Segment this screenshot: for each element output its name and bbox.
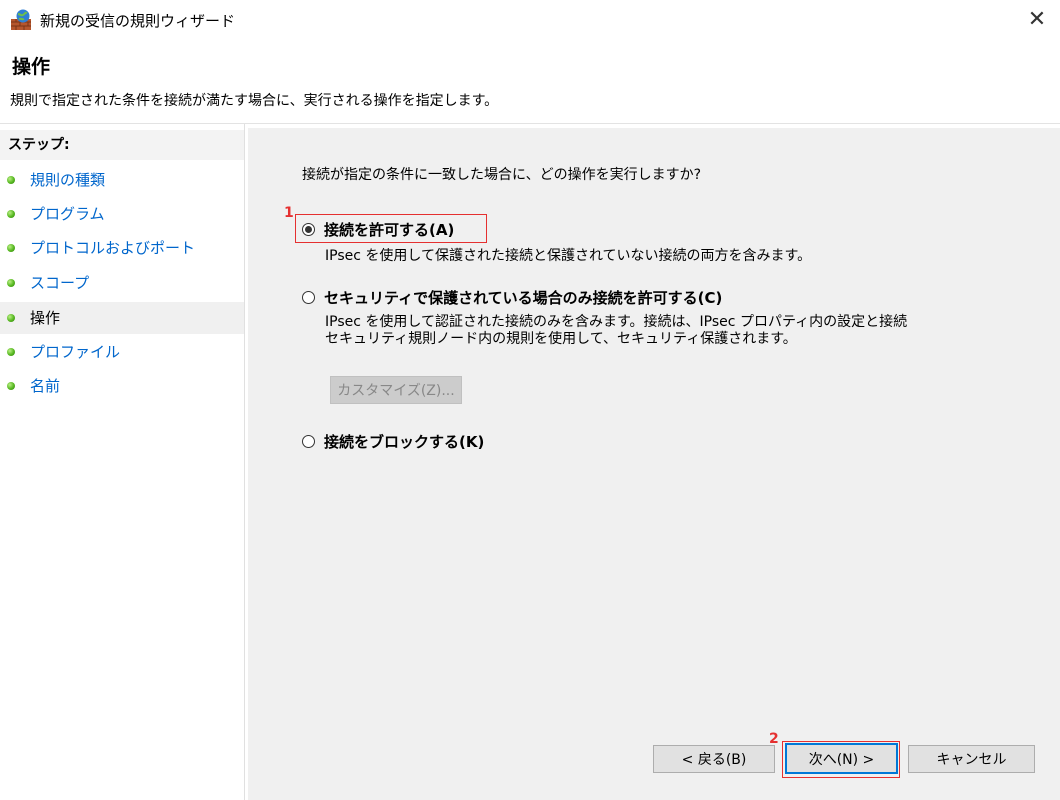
- title-bar: 新規の受信の規則ウィザード ✕: [0, 0, 1060, 40]
- step-label: 操作: [30, 309, 61, 327]
- allow-secure-only-radio[interactable]: セキュリティで保護されている場合のみ接続を許可する(C): [302, 287, 722, 308]
- allow-connection-description: IPsec を使用して保護された接続と保護されていない接続の両方を含みます。: [325, 248, 812, 264]
- cancel-button[interactable]: キャンセル: [908, 745, 1035, 773]
- step-item-name[interactable]: 名前: [0, 370, 244, 402]
- step-label: プロファイル: [30, 343, 121, 361]
- allow-secure-only-description: IPsec を使用して認証された接続のみを含みます。接続は、IPsec プロパテ…: [325, 314, 907, 348]
- highlight-next-button: [782, 741, 900, 778]
- radio-unchecked-icon: [302, 291, 315, 304]
- step-item-rule-type[interactable]: 規則の種類: [0, 164, 244, 196]
- action-question: 接続が指定の条件に一致した場合に、どの操作を実行しますか?: [302, 167, 702, 183]
- description-line: セキュリティ規則ノード内の規則を使用して、セキュリティ保護されます。: [325, 331, 797, 347]
- green-bullet-icon: [7, 279, 15, 287]
- green-bullet-icon: [7, 348, 15, 356]
- steps-label: ステップ:: [0, 130, 244, 160]
- steps-pane: ステップ: 規則の種類 プログラム プロトコルおよびポート スコープ 操作 プロ…: [0, 124, 244, 800]
- pane-divider: [244, 124, 245, 800]
- radio-unchecked-icon: [302, 435, 315, 448]
- annotation-marker-1: 1: [284, 205, 294, 221]
- highlight-allow-option: [295, 214, 487, 243]
- annotation-marker-2: 2: [769, 731, 779, 747]
- step-label: スコープ: [30, 274, 90, 292]
- step-label: プログラム: [30, 205, 105, 223]
- step-item-action[interactable]: 操作: [0, 302, 244, 334]
- firewall-app-icon: [11, 9, 31, 30]
- customize-button[interactable]: カスタマイズ(Z)...: [330, 376, 462, 404]
- page-description: 規則で指定された条件を接続が満たす場合に、実行される操作を指定します。: [10, 93, 499, 109]
- green-bullet-icon: [7, 210, 15, 218]
- step-item-scope[interactable]: スコープ: [0, 267, 244, 299]
- step-label: 名前: [30, 377, 61, 395]
- window-title: 新規の受信の規則ウィザード: [40, 12, 236, 30]
- back-button[interactable]: < 戻る(B): [653, 745, 775, 773]
- step-label: 規則の種類: [30, 171, 106, 189]
- close-icon: ✕: [1027, 6, 1047, 32]
- block-connection-label: 接続をブロックする(K): [324, 433, 485, 451]
- allow-secure-only-label: セキュリティで保護されている場合のみ接続を許可する(C): [324, 289, 723, 307]
- step-item-profile[interactable]: プロファイル: [0, 336, 244, 368]
- close-button[interactable]: ✕: [1014, 0, 1060, 38]
- green-bullet-icon: [7, 244, 15, 252]
- step-label: プロトコルおよびポート: [30, 239, 196, 257]
- green-bullet-icon: [7, 176, 15, 184]
- block-connection-radio[interactable]: 接続をブロックする(K): [302, 431, 484, 452]
- step-item-program[interactable]: プログラム: [0, 198, 244, 230]
- description-line: IPsec を使用して認証された接続のみを含みます。接続は、IPsec プロパテ…: [325, 314, 908, 330]
- green-bullet-icon: [7, 314, 15, 322]
- page-title: 操作: [12, 56, 51, 78]
- step-item-protocol-ports[interactable]: プロトコルおよびポート: [0, 232, 244, 264]
- green-bullet-icon: [7, 382, 15, 390]
